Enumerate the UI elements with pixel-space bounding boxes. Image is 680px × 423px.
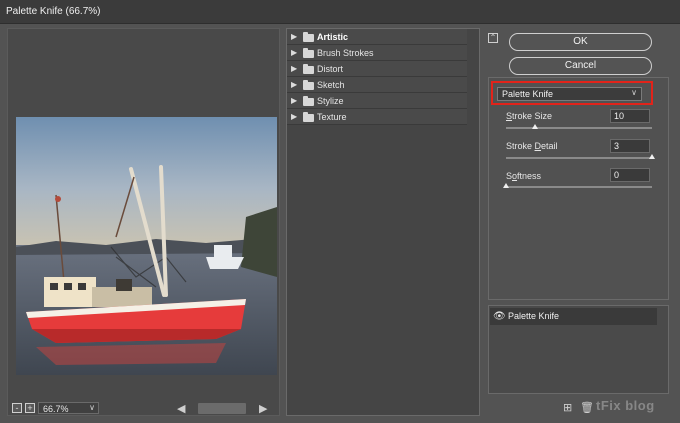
- softness-slider-thumb[interactable]: [503, 183, 509, 188]
- zoom-select[interactable]: 66.7% ∨: [38, 402, 99, 414]
- stroke-size-input[interactable]: 10: [610, 109, 650, 123]
- preview-image[interactable]: [16, 117, 277, 375]
- ok-button[interactable]: OK: [509, 33, 652, 51]
- stroke-size-slider-thumb[interactable]: [532, 124, 539, 129]
- folder-icon: [303, 32, 314, 42]
- category-brush-strokes[interactable]: ▶ Brush Strokes: [287, 45, 467, 61]
- zoom-bar: - + 66.7% ∨ ◀ ▶: [12, 402, 278, 417]
- softness-slider[interactable]: [506, 186, 652, 188]
- chevron-down-icon: ∨: [89, 403, 95, 412]
- eye-icon[interactable]: 👁: [493, 311, 506, 322]
- watermark-text: tFix blog: [596, 398, 655, 413]
- folder-icon: [303, 48, 314, 58]
- filter-select-value: Palette Knife: [502, 89, 554, 99]
- folder-icon: [303, 112, 314, 122]
- effect-layer-label: Palette Knife: [508, 311, 560, 321]
- softness-input[interactable]: 0: [610, 168, 650, 182]
- softness-label: Softness: [506, 171, 542, 181]
- title-bar: Palette Knife (66.7%): [0, 0, 680, 24]
- filter-browser: ▶ Artistic ▶ Brush Strokes ▶ Distort ▶ S…: [286, 28, 480, 416]
- filter-select[interactable]: Palette Knife ∨: [497, 87, 642, 101]
- expand-triangle-icon[interactable]: ▶: [291, 96, 297, 105]
- folder-icon: [303, 96, 314, 106]
- collapse-browser-button[interactable]: ⌃: [488, 33, 498, 43]
- zoom-in-button[interactable]: +: [25, 403, 35, 413]
- zoom-value: 66.7%: [43, 404, 69, 414]
- expand-triangle-icon[interactable]: ▶: [291, 112, 297, 121]
- stroke-detail-input[interactable]: 3: [610, 139, 650, 153]
- category-label: Texture: [317, 112, 347, 122]
- category-label: Artistic: [317, 32, 349, 42]
- category-stylize[interactable]: ▶ Stylize: [287, 93, 467, 109]
- expand-triangle-icon[interactable]: ▶: [291, 64, 297, 73]
- stroke-detail-slider[interactable]: [506, 157, 652, 159]
- new-layer-icon[interactable]: ⊞: [563, 401, 572, 414]
- category-artistic[interactable]: ▶ Artistic: [287, 29, 467, 45]
- category-label: Brush Strokes: [317, 48, 374, 58]
- window-title: Palette Knife (66.7%): [6, 6, 101, 17]
- horizontal-scrollbar-thumb[interactable]: [198, 403, 246, 414]
- expand-triangle-icon[interactable]: ▶: [291, 32, 297, 41]
- category-distort[interactable]: ▶ Distort: [287, 61, 467, 77]
- trash-icon[interactable]: 🗑: [580, 401, 594, 414]
- scroll-right-icon[interactable]: ▶: [259, 402, 267, 415]
- stroke-detail-slider-thumb[interactable]: [649, 154, 655, 159]
- expand-triangle-icon[interactable]: ▶: [291, 80, 297, 89]
- category-label: Stylize: [317, 96, 344, 106]
- category-texture[interactable]: ▶ Texture: [287, 109, 467, 125]
- cancel-button[interactable]: Cancel: [509, 57, 652, 75]
- scroll-left-icon[interactable]: ◀: [177, 402, 185, 415]
- category-label: Distort: [317, 64, 344, 74]
- zoom-out-button[interactable]: -: [12, 403, 22, 413]
- category-sketch[interactable]: ▶ Sketch: [287, 77, 467, 93]
- folder-icon: [303, 64, 314, 74]
- stroke-size-slider[interactable]: [506, 127, 652, 129]
- category-label: Sketch: [317, 80, 345, 90]
- expand-triangle-icon[interactable]: ▶: [291, 48, 297, 57]
- chevron-down-icon: ∨: [631, 88, 637, 97]
- folder-icon: [303, 80, 314, 90]
- stroke-detail-label: Stroke Detail: [506, 141, 558, 151]
- effect-layer-row[interactable]: 👁 Palette Knife: [490, 308, 657, 325]
- preview-panel[interactable]: [7, 28, 280, 416]
- stroke-size-label: Stroke Size: [506, 111, 553, 121]
